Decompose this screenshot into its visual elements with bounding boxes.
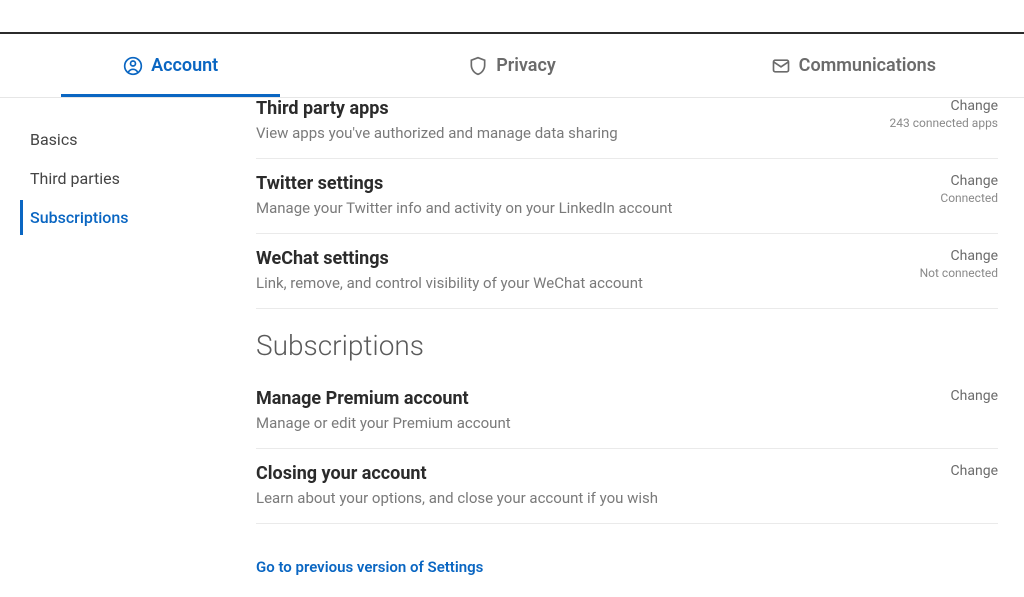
tab-communications-label: Communications xyxy=(799,55,936,76)
settings-row-third-party-apps[interactable]: Third party apps View apps you've author… xyxy=(256,98,998,159)
tab-account[interactable]: Account xyxy=(0,34,341,97)
row-description: Link, remove, and control visibility of … xyxy=(256,273,643,294)
sidebar-item-label: Basics xyxy=(30,130,77,149)
tab-account-label: Account xyxy=(151,55,218,76)
sidebar-item-subscriptions[interactable]: Subscriptions xyxy=(20,200,226,235)
row-title: Third party apps xyxy=(256,98,618,119)
tab-communications[interactable]: Communications xyxy=(683,34,1024,97)
tab-privacy-label: Privacy xyxy=(496,55,556,76)
sidebar-item-label: Third parties xyxy=(30,169,120,188)
row-action-change[interactable]: Change xyxy=(858,98,998,114)
row-title: WeChat settings xyxy=(256,248,643,269)
sidebar-item-third-parties[interactable]: Third parties xyxy=(20,161,226,196)
page-top-border xyxy=(0,0,1024,34)
settings-row-premium[interactable]: Manage Premium account Manage or edit yo… xyxy=(256,374,998,449)
content-area: Basics Third parties Subscriptions Third… xyxy=(0,98,1024,597)
settings-main: Third party apps View apps you've author… xyxy=(246,98,1024,597)
previous-settings-link[interactable]: Go to previous version of Settings xyxy=(256,558,483,576)
sidebar-item-label: Subscriptions xyxy=(30,208,129,227)
row-action-change[interactable]: Change xyxy=(858,388,998,404)
row-title: Manage Premium account xyxy=(256,388,511,409)
settings-tabs: Account Privacy Communications xyxy=(0,34,1024,98)
settings-sidebar: Basics Third parties Subscriptions xyxy=(0,98,246,597)
row-action-change[interactable]: Change xyxy=(858,173,998,189)
row-meta: 243 connected apps xyxy=(858,116,998,130)
row-meta: Not connected xyxy=(858,266,998,280)
sidebar-item-basics[interactable]: Basics xyxy=(20,122,226,157)
row-action-change[interactable]: Change xyxy=(858,463,998,479)
settings-row-close-account[interactable]: Closing your account Learn about your op… xyxy=(256,449,998,524)
account-icon xyxy=(123,56,143,76)
row-description: Manage your Twitter info and activity on… xyxy=(256,198,672,219)
row-meta: Connected xyxy=(858,191,998,205)
row-action-change[interactable]: Change xyxy=(858,248,998,264)
section-heading-subscriptions: Subscriptions xyxy=(256,329,998,362)
row-title: Closing your account xyxy=(256,463,658,484)
tab-privacy[interactable]: Privacy xyxy=(341,34,682,97)
mail-icon xyxy=(771,56,791,76)
settings-row-wechat[interactable]: WeChat settings Link, remove, and contro… xyxy=(256,234,998,309)
row-title: Twitter settings xyxy=(256,173,672,194)
shield-icon xyxy=(468,56,488,76)
row-description: Learn about your options, and close your… xyxy=(256,488,658,509)
settings-row-twitter[interactable]: Twitter settings Manage your Twitter inf… xyxy=(256,159,998,234)
row-description: View apps you've authorized and manage d… xyxy=(256,123,618,144)
row-description: Manage or edit your Premium account xyxy=(256,413,511,434)
